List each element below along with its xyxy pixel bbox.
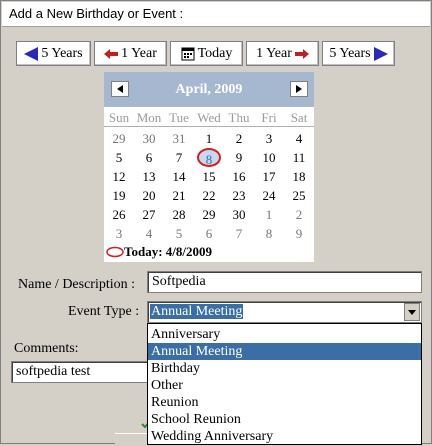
calendar-day[interactable]: 28 bbox=[164, 205, 194, 224]
option-school-reunion[interactable]: School Reunion bbox=[148, 411, 421, 428]
ok-button[interactable] bbox=[115, 420, 151, 446]
name-input[interactable]: Softpedia bbox=[147, 271, 422, 293]
comments-input[interactable]: softpedia test bbox=[11, 361, 151, 383]
double-left-arrow-icon bbox=[24, 46, 39, 61]
back-5-years-button[interactable]: 5 Years bbox=[16, 41, 91, 66]
event-type-selected-value: Annual Meeting bbox=[150, 304, 244, 319]
today-label: Today bbox=[197, 45, 233, 61]
calendar-day-other-month[interactable]: 4 bbox=[134, 224, 164, 243]
forward-1-year-button[interactable]: 1 Year bbox=[246, 41, 319, 66]
weekday-divider bbox=[104, 126, 314, 127]
calendar-day[interactable]: 21 bbox=[164, 186, 194, 205]
option-annual-meeting[interactable]: Annual Meeting bbox=[148, 343, 421, 360]
calendar-day-other-month[interactable]: 1 bbox=[254, 205, 284, 224]
back-5-years-label: 5 Years bbox=[41, 45, 83, 61]
calendar-day[interactable]: 25 bbox=[284, 186, 314, 205]
calendar-day[interactable]: 3 bbox=[254, 129, 284, 148]
calendar-day[interactable]: 10 bbox=[254, 148, 284, 167]
weekday-sun: Sun bbox=[108, 110, 130, 125]
calendar-day-other-month[interactable]: 9 bbox=[284, 224, 314, 243]
option-other[interactable]: Other bbox=[148, 377, 421, 394]
chevron-down-icon bbox=[408, 309, 416, 315]
calendar-day-other-month[interactable]: 3 bbox=[104, 224, 134, 243]
calendar-day-other-month[interactable]: 8 bbox=[254, 224, 284, 243]
today-button[interactable]: Today bbox=[170, 41, 243, 66]
calendar-day-other-month[interactable]: 30 bbox=[134, 129, 164, 148]
calendar-day[interactable]: 19 bbox=[104, 186, 134, 205]
dialog-title: Add a New Birthday or Event : bbox=[2, 2, 430, 26]
weekday-mon: Mon bbox=[136, 110, 162, 125]
calendar-day[interactable]: 14 bbox=[164, 167, 194, 186]
calendar-day[interactable]: 30 bbox=[224, 205, 254, 224]
name-label: Name / Description : bbox=[18, 277, 136, 292]
forward-5-years-label: 5 Years bbox=[329, 45, 371, 61]
next-month-button[interactable] bbox=[290, 81, 308, 97]
previous-month-button[interactable] bbox=[111, 81, 129, 97]
month-title: April, 2009 bbox=[175, 82, 243, 97]
today-marker-icon bbox=[106, 246, 124, 262]
calendar-day[interactable]: 11 bbox=[284, 148, 314, 167]
event-type-dropdown-list: Anniversary Annual Meeting Birthday Othe… bbox=[147, 323, 422, 445]
calendar-day[interactable]: 27 bbox=[134, 205, 164, 224]
weekday-tue: Tue bbox=[169, 110, 189, 125]
forward-1-year-label: 1 Year bbox=[256, 45, 292, 61]
dropdown-toggle-button[interactable] bbox=[404, 303, 420, 321]
option-birthday[interactable]: Birthday bbox=[148, 360, 421, 377]
add-event-dialog: Add a New Birthday or Event : 5 Years 1 … bbox=[0, 0, 432, 446]
calendar-day[interactable]: 17 bbox=[254, 167, 284, 186]
weekday-thu: Thu bbox=[228, 110, 250, 125]
right-arrow-icon bbox=[294, 48, 309, 59]
double-right-arrow-icon bbox=[373, 46, 388, 61]
chevron-right-icon bbox=[296, 85, 302, 93]
calendar-day[interactable]: 6 bbox=[134, 148, 164, 167]
calendar-day[interactable]: 18 bbox=[284, 167, 314, 186]
calendar-day[interactable]: 15 bbox=[194, 167, 224, 186]
left-arrow-icon bbox=[104, 48, 119, 59]
calendar-day[interactable]: 9 bbox=[224, 148, 254, 167]
option-reunion[interactable]: Reunion bbox=[148, 394, 421, 411]
calendar-day[interactable]: 22 bbox=[194, 186, 224, 205]
calendar-day[interactable]: 20 bbox=[134, 186, 164, 205]
weekday-fri: Fri bbox=[261, 110, 277, 125]
back-1-year-label: 1 Year bbox=[121, 45, 157, 61]
today-date-label: Today: 4/8/2009 bbox=[124, 244, 213, 259]
calendar-day[interactable]: 16 bbox=[224, 167, 254, 186]
calendar-day[interactable]: 29 bbox=[194, 205, 224, 224]
calendar-day[interactable]: 5 bbox=[104, 148, 134, 167]
calendar-day-other-month[interactable]: 7 bbox=[224, 224, 254, 243]
calendar-day-other-month[interactable]: 29 bbox=[104, 129, 134, 148]
comments-label: Comments: bbox=[14, 341, 79, 356]
calendar-header: April, 2009 bbox=[104, 72, 314, 107]
option-wedding-anniversary[interactable]: Wedding Anniversary bbox=[148, 428, 421, 445]
calendar-day-other-month[interactable]: 2 bbox=[284, 205, 314, 224]
option-anniversary[interactable]: Anniversary bbox=[148, 326, 421, 343]
calendar-day[interactable]: 12 bbox=[104, 167, 134, 186]
calendar-day[interactable]: 24 bbox=[254, 186, 284, 205]
event-type-select[interactable]: Annual Meeting bbox=[147, 301, 422, 323]
calendar-day[interactable]: 26 bbox=[104, 205, 134, 224]
calendar-day-selected[interactable]: 8 bbox=[197, 148, 221, 167]
calendar-day[interactable]: 1 bbox=[194, 129, 224, 148]
calendar-day[interactable]: 13 bbox=[134, 167, 164, 186]
weekday-sat: Sat bbox=[290, 110, 308, 125]
back-1-year-button[interactable]: 1 Year bbox=[94, 41, 167, 66]
forward-5-years-button[interactable]: 5 Years bbox=[322, 41, 395, 66]
calendar-day-other-month[interactable]: 6 bbox=[194, 224, 224, 243]
chevron-left-icon bbox=[117, 85, 123, 93]
calendar-day[interactable]: 4 bbox=[284, 129, 314, 148]
calendar-day-other-month[interactable]: 5 bbox=[164, 224, 194, 243]
weekday-wed: Wed bbox=[197, 110, 221, 125]
event-type-label: Event Type : bbox=[68, 304, 140, 319]
title-divider bbox=[2, 26, 430, 27]
calendar-icon bbox=[181, 47, 195, 61]
calendar-day[interactable]: 7 bbox=[164, 148, 194, 167]
calendar-day-other-month[interactable]: 31 bbox=[164, 129, 194, 148]
calendar-day[interactable]: 23 bbox=[224, 186, 254, 205]
calendar-day[interactable]: 2 bbox=[224, 129, 254, 148]
month-calendar: April, 2009 Sun Mon Tue Wed Thu Fri Sat … bbox=[104, 72, 314, 262]
